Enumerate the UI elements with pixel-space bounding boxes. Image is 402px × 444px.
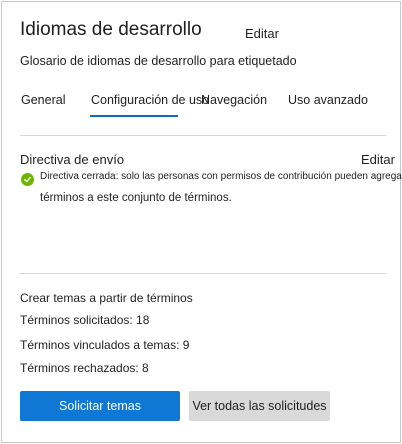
- tab-navigation[interactable]: Navegación: [201, 93, 267, 107]
- page-title: Idiomas de desarrollo: [20, 19, 202, 40]
- rejected-terms-count: Términos rechazados: 8: [20, 361, 149, 375]
- policy-description-line1: Directiva cerrada: solo las personas con…: [40, 171, 402, 182]
- term-set-panel: Idiomas de desarrollo Editar Glosario de…: [1, 1, 402, 443]
- submission-policy-title: Directiva de envío: [20, 152, 125, 167]
- page-subtitle: Glosario de idiomas de desarrollo para e…: [20, 54, 297, 68]
- divider-top: [20, 135, 386, 136]
- linked-terms-count: Términos vinculados a temas: 9: [20, 338, 190, 352]
- active-tab-indicator: [90, 115, 178, 117]
- edit-policy-link[interactable]: Editar: [361, 152, 395, 167]
- check-circle-icon: [21, 173, 34, 186]
- create-topics-heading: Crear temas a partir de términos: [20, 291, 193, 305]
- requested-terms-count: Términos solicitados: 18: [20, 313, 150, 327]
- policy-description-line2: términos a este conjunto de términos.: [40, 192, 232, 204]
- tab-usage-settings[interactable]: Configuración de uso: [91, 93, 209, 107]
- divider-middle: [20, 273, 386, 274]
- view-all-requests-button[interactable]: Ver todas las solicitudes: [189, 391, 330, 421]
- edit-title-link[interactable]: Editar: [245, 26, 279, 41]
- request-topics-button[interactable]: Solicitar temas: [20, 391, 180, 421]
- tab-general[interactable]: General: [21, 93, 65, 107]
- tab-advanced-usage[interactable]: Uso avanzado: [288, 93, 368, 107]
